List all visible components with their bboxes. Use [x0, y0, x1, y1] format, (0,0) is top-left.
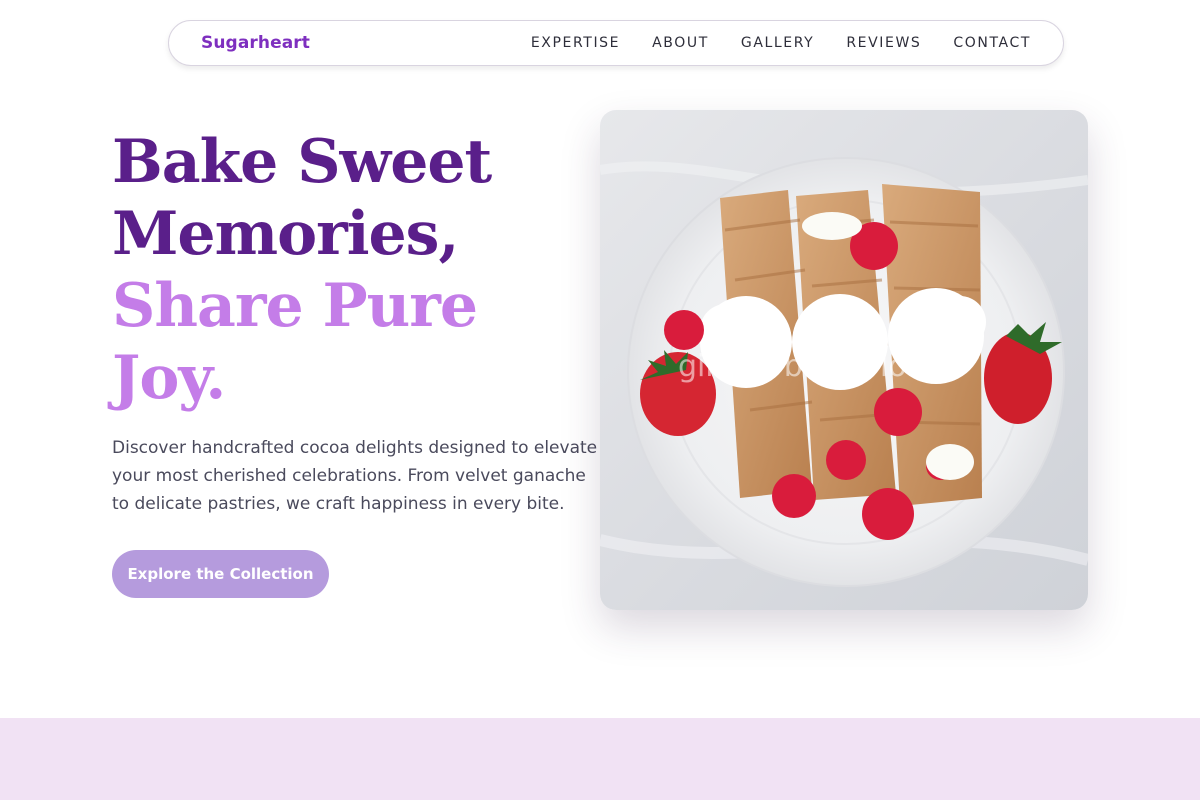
hero-headline: Bake Sweet Memories, Share Pure Joy.: [112, 126, 492, 414]
nav-link-gallery[interactable]: GALLERY: [741, 35, 814, 51]
headline-line-3: Share Pure: [112, 271, 478, 341]
top-navigation: Sugarheart EXPERTISE ABOUT GALLERY REVIE…: [168, 20, 1064, 66]
headline-line-4: Joy.: [112, 343, 226, 413]
crepes-plate-illustration: ginger bread love: [600, 157, 1088, 587]
nav-link-about[interactable]: ABOUT: [652, 35, 709, 51]
headline-line-2: Memories,: [112, 199, 459, 269]
photo-watermark: ginger bread love: [678, 349, 943, 384]
brand-logo[interactable]: Sugarheart: [201, 33, 310, 53]
nav-link-contact[interactable]: CONTACT: [953, 35, 1031, 51]
headline-line-1: Bake Sweet: [112, 127, 492, 197]
explore-collection-button[interactable]: Explore the Collection: [112, 550, 329, 598]
nav-menu: EXPERTISE ABOUT GALLERY REVIEWS CONTACT: [531, 35, 1031, 51]
nav-link-expertise[interactable]: EXPERTISE: [531, 35, 620, 51]
section-divider-band: [0, 718, 1200, 800]
nav-link-reviews[interactable]: REVIEWS: [846, 35, 921, 51]
hero-food-photo: ginger bread love: [600, 110, 1088, 610]
hero-description: Discover handcrafted cocoa delights desi…: [112, 438, 598, 514]
